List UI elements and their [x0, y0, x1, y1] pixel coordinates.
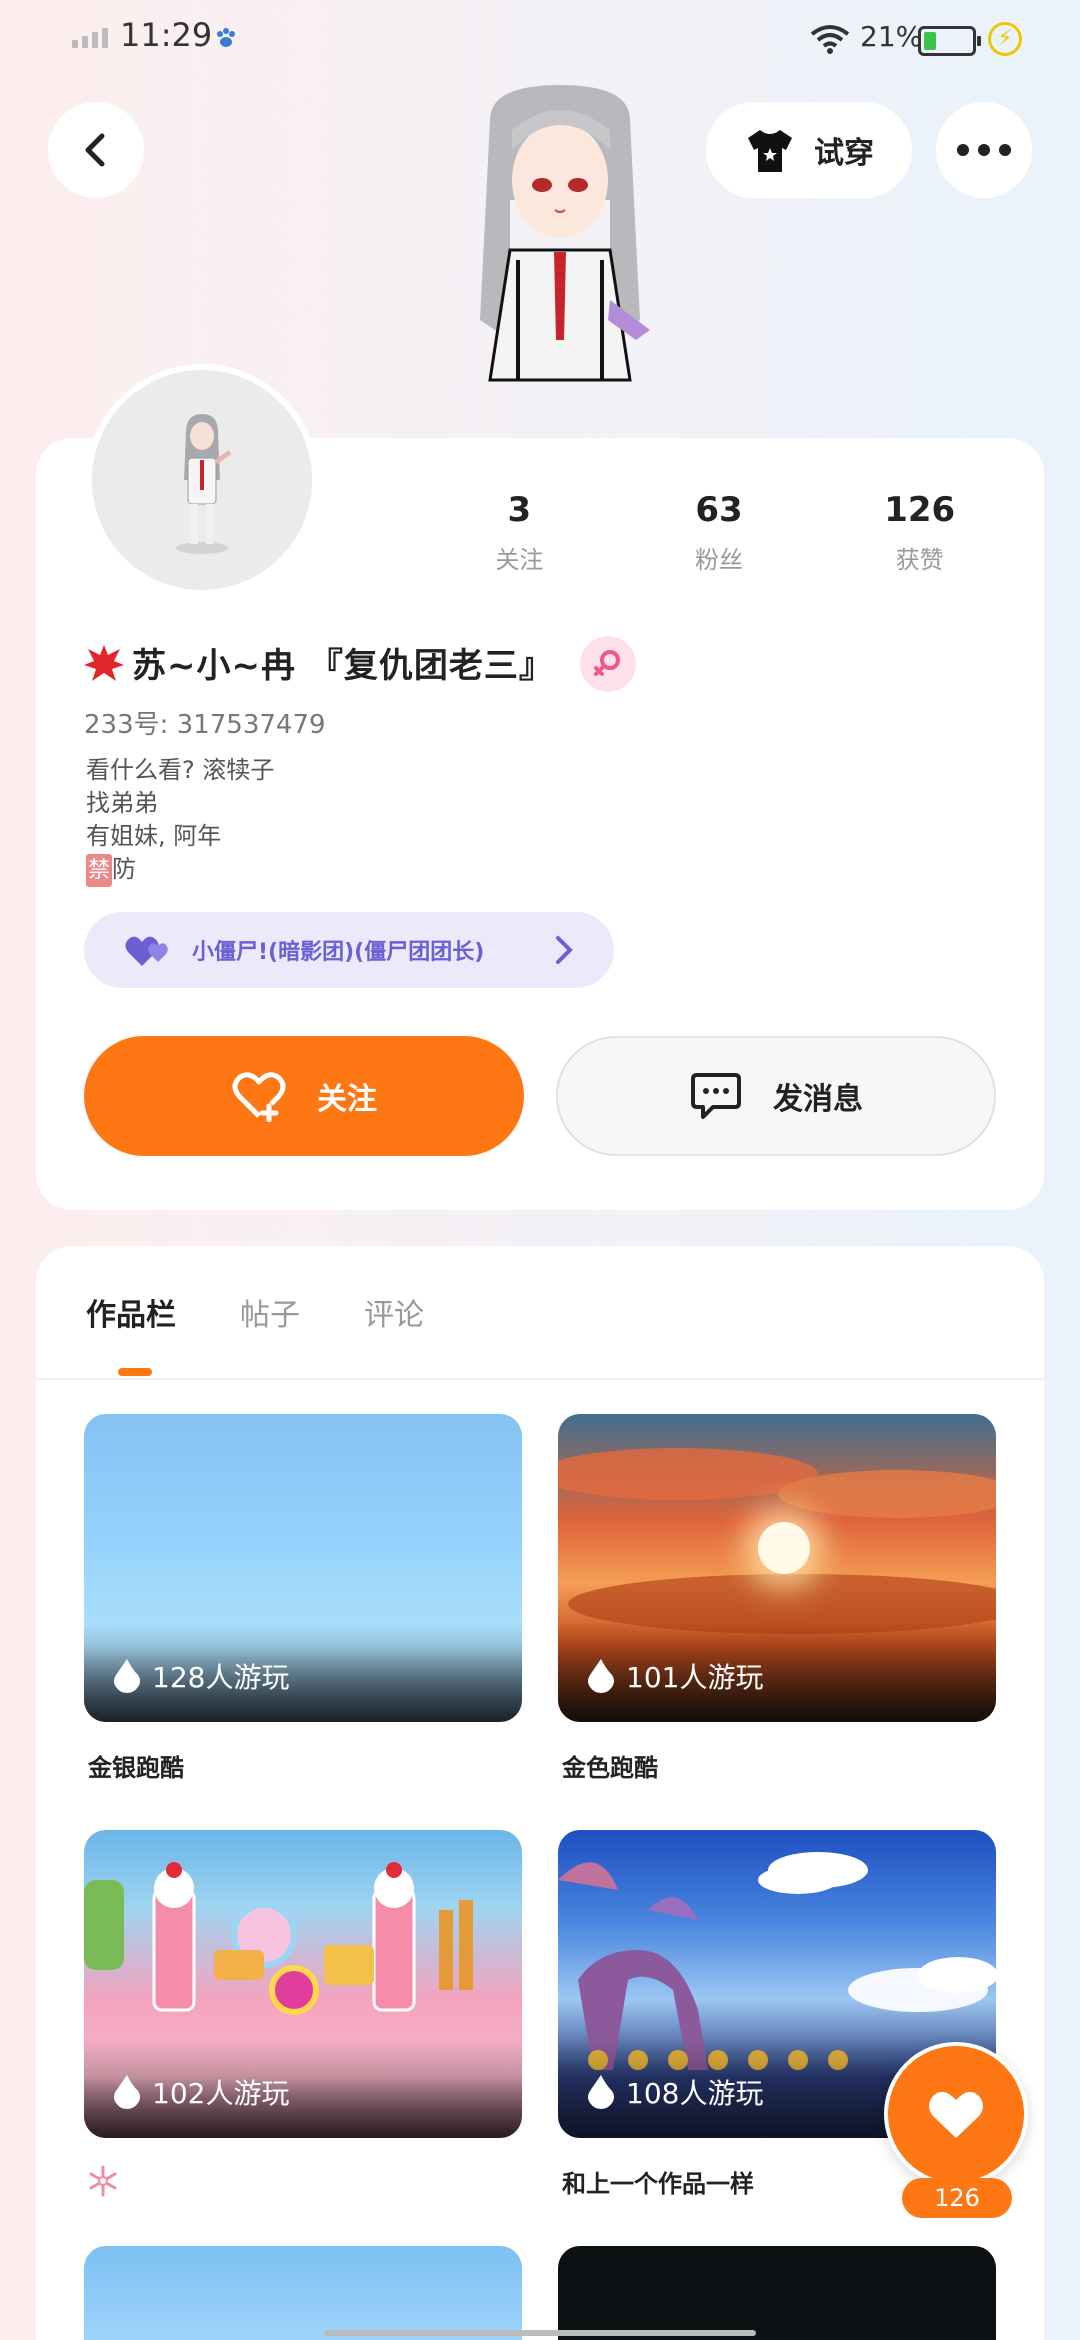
stat-following[interactable]: 3 关注 [420, 490, 619, 575]
flame-icon [588, 1659, 614, 1693]
group-name: 小僵尸!(暗影团)(僵尸团团长) [192, 940, 485, 965]
play-count-text: 128人游玩 [152, 1661, 290, 1694]
bio-line: 看什么看? 滚犊子 [86, 756, 275, 784]
message-button[interactable]: 发消息 [556, 1036, 996, 1156]
follow-button[interactable]: 关注 [84, 1036, 524, 1156]
home-indicator[interactable] [324, 2330, 756, 2336]
play-count: 102人游玩 [112, 2072, 289, 2112]
heart-icon [929, 2091, 983, 2138]
bio-line: 找弟弟 [86, 789, 158, 817]
play-count-text: 102人游玩 [152, 2077, 290, 2110]
bio-line: 禁防 [86, 853, 274, 887]
work-card[interactable]: 101人游玩 [558, 1414, 996, 1722]
play-count-text: 101人游玩 [626, 1661, 764, 1694]
tab-works[interactable]: 作品栏 [86, 1290, 176, 1334]
avatar-figure-icon [92, 370, 312, 590]
paw-icon [217, 28, 235, 47]
back-button[interactable] [48, 102, 144, 198]
active-tab-indicator [118, 1368, 152, 1376]
hearts-icon [125, 936, 168, 966]
ban-badge: 禁 [86, 854, 113, 887]
bio-line: 有姐妹, 阿年 [86, 822, 222, 850]
work-title[interactable]: 金色跑酷 [562, 1748, 658, 1783]
stat-value: 126 [884, 490, 956, 530]
battery-icon [918, 26, 981, 56]
stat-likes[interactable]: 126 获赞 [819, 490, 1020, 575]
heart-plus-icon [232, 1072, 286, 1122]
snowflake-icon[interactable] [86, 2164, 120, 2198]
wifi-icon [810, 25, 850, 54]
play-count: 128人游玩 [112, 1656, 289, 1696]
female-gender-icon [580, 636, 636, 692]
username-row: 苏~小~冉 『复仇团老三』 [84, 638, 554, 687]
like-count: 126 [902, 2178, 1012, 2218]
flame-icon [114, 2075, 140, 2109]
work-title[interactable]: 和上一个作品一样 [562, 2164, 754, 2199]
work-card[interactable]: 128人游玩 [84, 1414, 522, 1722]
work-card[interactable]: 102人游玩 [84, 1830, 522, 2138]
username: 苏~小~冉 『复仇团老三』 [132, 646, 554, 686]
sun [758, 1522, 810, 1574]
tab-divider [36, 1378, 1044, 1380]
more-button[interactable] [936, 102, 1032, 198]
stat-value: 3 [507, 490, 532, 530]
battery-percent: 21% [860, 20, 923, 53]
works-card [36, 1246, 1044, 2340]
back-arrow-icon [85, 133, 105, 167]
flame-icon [114, 1659, 140, 1693]
work-card[interactable] [84, 2246, 522, 2340]
group-link[interactable]: 小僵尸!(暗影团)(僵尸团团长) [84, 912, 614, 988]
message-label: 发消息 [773, 1082, 863, 1117]
charging-icon: ⚡ [988, 22, 1022, 56]
avatar[interactable] [86, 364, 318, 596]
stat-value: 63 [695, 490, 743, 530]
angry-emoji-icon [84, 644, 124, 681]
flame-icon [588, 2075, 614, 2109]
stat-label: 关注 [495, 546, 544, 574]
stat-label: 获赞 [895, 546, 944, 574]
play-count: 101人游玩 [586, 1656, 763, 1696]
try-on-button[interactable]: 试穿 [706, 102, 912, 198]
follow-label: 关注 [317, 1082, 377, 1117]
work-card[interactable] [558, 2246, 996, 2340]
status-time: 11:29 [120, 16, 213, 54]
user-bio: 看什么看? 滚犊子 找弟弟 有姐妹, 阿年 禁防 [86, 754, 274, 887]
like-fab-button[interactable] [884, 2042, 1028, 2186]
content-tabs: 作品栏 帖子 评论 [86, 1290, 424, 1334]
try-on-label: 试穿 [814, 136, 874, 171]
more-dots-icon [957, 144, 1011, 156]
play-count: 108人游玩 [586, 2072, 763, 2112]
user-id: 233号: 317537479 [84, 710, 326, 740]
work-title[interactable]: 金银跑酷 [88, 1748, 184, 1783]
profile-stats: 3 关注 63 粉丝 126 获赞 [420, 490, 1020, 575]
tab-comments[interactable]: 评论 [364, 1290, 424, 1334]
play-count-text: 108人游玩 [626, 2077, 764, 2110]
avatar-3d-figure [480, 85, 650, 382]
stat-followers[interactable]: 63 粉丝 [619, 490, 820, 575]
chat-bubble-icon [691, 1073, 741, 1119]
shirt-icon [748, 130, 792, 172]
stat-label: 粉丝 [695, 546, 744, 574]
bio-ban-text: 防 [112, 855, 137, 883]
status-bar: 11:29 21% ⚡ [0, 0, 1080, 80]
tab-posts[interactable]: 帖子 [240, 1290, 300, 1334]
signal-icon [72, 28, 108, 48]
chevron-right-icon [556, 936, 573, 964]
